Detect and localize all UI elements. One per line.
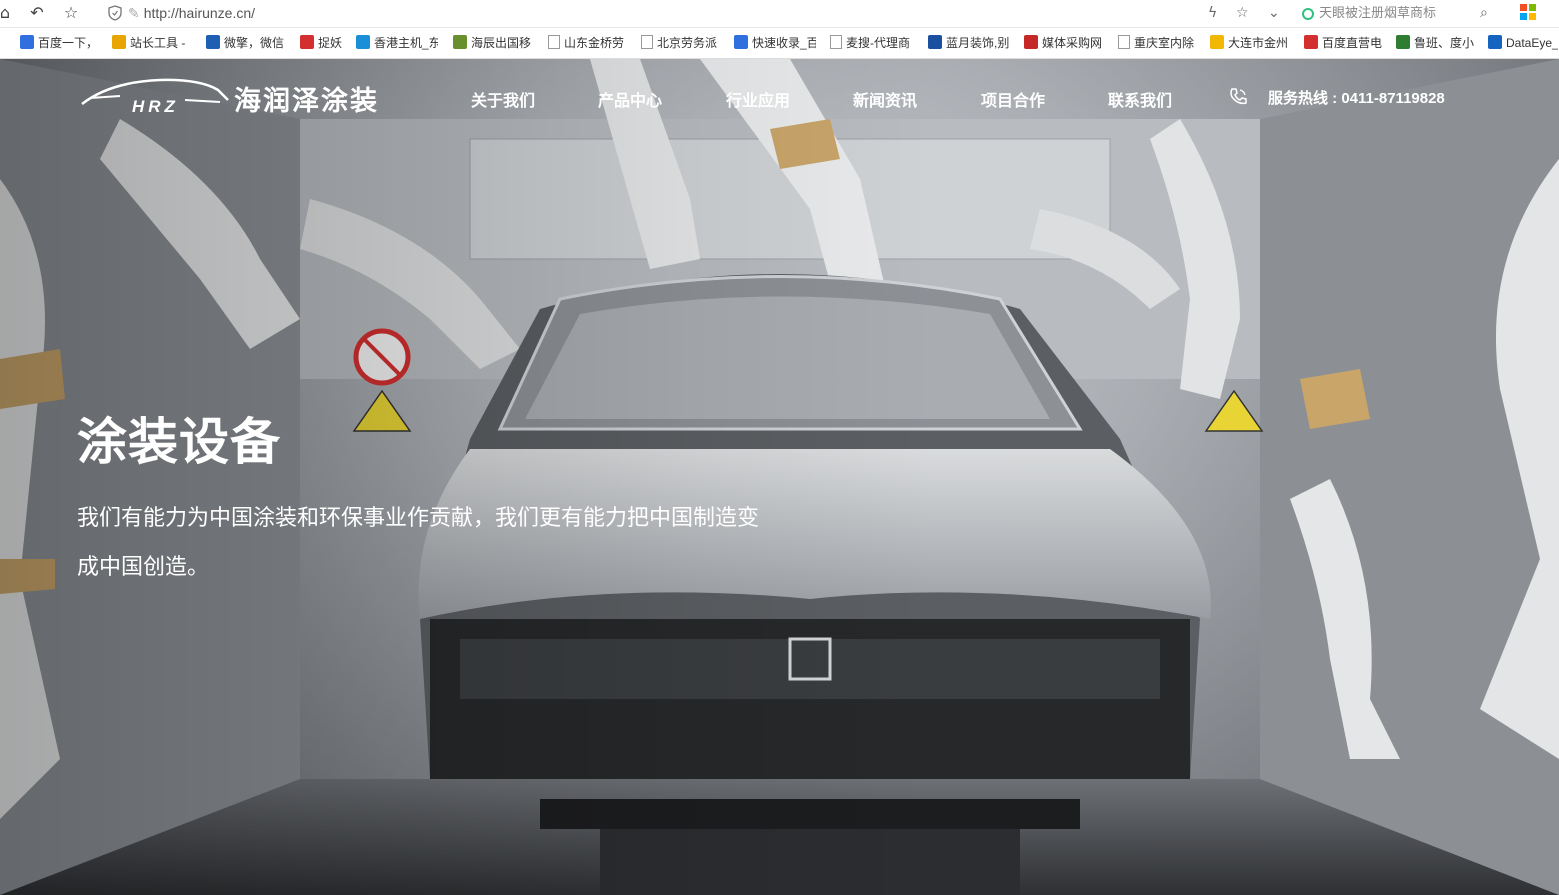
bookmark-label: 百度直营电 — [1322, 36, 1383, 50]
hero-description: 我们有能力为中国涂装和环保事业作贡献，我们更有能力把中国制造变成中国创造。 — [77, 506, 760, 580]
undo-icon[interactable]: ↶ — [26, 3, 48, 23]
bookmark-14[interactable]: 大连市金州 — [1210, 34, 1290, 52]
circle-icon — [928, 35, 942, 49]
bookmark-9[interactable]: 快速收录_百 — [734, 34, 816, 52]
phone-icon — [1230, 88, 1247, 105]
bookmark-label: 百度一下， — [38, 36, 95, 50]
bookmark-label: DataEye_ — [1506, 36, 1558, 50]
bookmark-16[interactable]: 鲁班、度小 — [1396, 34, 1476, 52]
bookmark-label: 快速收录_百 — [752, 36, 816, 50]
bookmark-label: 海辰出国移 — [471, 36, 532, 50]
bookmark-label: 鲁班、度小 — [1414, 36, 1475, 50]
nav-products[interactable]: 产品中心 — [598, 87, 662, 111]
grid-icon — [453, 35, 467, 49]
m-icon — [1024, 35, 1038, 49]
security-shield-icon[interactable] — [108, 5, 122, 21]
favorite-icon[interactable]: ☆ — [1236, 3, 1249, 23]
windows-icon[interactable] — [1520, 3, 1536, 23]
nav-about[interactable]: 关于我们 — [471, 87, 535, 111]
flag-icon — [1210, 35, 1224, 49]
hrz-logo-icon[interactable]: HRZ — [80, 74, 230, 118]
url-field[interactable]: ✎ http://hairunze.cn/ — [108, 3, 255, 23]
search-icon[interactable]: ⌕ — [1480, 3, 1488, 23]
bookmark-label: 山东金桥劳 — [564, 36, 625, 50]
bookmark-5[interactable]: 香港主机_东 — [356, 34, 438, 52]
hero-banner: HRZ 海润泽涂装 关于我们 产品中心 行业应用 新闻资讯 项目合作 联系我们 … — [0, 59, 1559, 895]
chevron-down-icon[interactable]: ⌄ — [1268, 3, 1280, 23]
bookmark-13[interactable]: 重庆室内除 — [1118, 34, 1196, 52]
red-badge-icon — [300, 35, 314, 49]
bookmark-15[interactable]: 百度直营电 — [1304, 34, 1384, 52]
no-image-icon: ✎ — [128, 5, 140, 21]
page-icon — [641, 35, 653, 49]
logo-mark-text: HRZ — [132, 97, 179, 116]
bookmark-label: 蓝月装饰,别 — [946, 36, 1010, 50]
bookmark-12[interactable]: 媒体采购网 — [1024, 34, 1104, 52]
star-icon[interactable]: ☆ — [60, 3, 82, 23]
page-icon — [1118, 35, 1130, 49]
bookmark-11[interactable]: 蓝月装饰,别 — [928, 34, 1010, 52]
page-icon — [548, 35, 560, 49]
ie-icon — [356, 35, 370, 49]
page-icon — [830, 35, 842, 49]
bookmark-label: 北京劳务派 — [657, 36, 718, 50]
paw-icon — [734, 35, 748, 49]
shield-icon — [1488, 35, 1502, 49]
bookmark-label: 麦搜-代理商 — [846, 36, 910, 50]
nav-news[interactable]: 新闻资讯 — [853, 87, 917, 111]
bookmark-label: 微擎，微信 — [224, 36, 285, 50]
url-text: http://hairunze.cn/ — [143, 5, 256, 21]
paw-icon — [20, 35, 34, 49]
pin-icon — [1304, 35, 1318, 49]
search-suggestion-text: 天眼被注册烟草商标 — [1319, 5, 1437, 20]
bookmark-label: 媒体采购网 — [1042, 36, 1103, 50]
home-icon[interactable]: ⌂ — [0, 3, 16, 23]
bookmark-label: 大连市金州 — [1228, 36, 1289, 50]
bookmark-label: 重庆室内除 — [1134, 36, 1195, 50]
bookmark-10[interactable]: 麦搜-代理商 — [830, 34, 912, 52]
bookmark-6[interactable]: 海辰出国移 — [453, 34, 533, 52]
hotline-text: 服务热线 : 0411-87119828 — [1268, 90, 1445, 107]
browser-address-bar: ⌂ ↶ ☆ ✎ http://hairunze.cn/ ϟ ☆ ⌄ 天眼被注册烟草… — [0, 0, 1559, 28]
bookmark-17[interactable]: DataEye_ — [1488, 34, 1558, 52]
hero-title: 涂装设备 — [77, 413, 281, 471]
bookmark-7[interactable]: 山东金桥劳 — [548, 34, 626, 52]
search-engine-icon — [1302, 8, 1314, 20]
bookmark-3[interactable]: 微擎，微信 — [206, 34, 286, 52]
bookmark-4[interactable]: 捉妖 — [300, 34, 345, 52]
m-icon — [206, 35, 220, 49]
chart-icon — [112, 35, 126, 49]
service-hotline: 服务热线 : 0411-87119828 — [1228, 87, 1445, 109]
logo-name[interactable]: 海润泽涂装 — [234, 79, 379, 118]
search-suggestion[interactable]: 天眼被注册烟草商标 — [1302, 2, 1436, 24]
bookmarks-bar: 百度一下， 站长工具 - 微擎，微信 捉妖 香港主机_东 海辰出国移 山东金桥劳 北京劳务派 快… — [0, 28, 1559, 59]
nav-industry[interactable]: 行业应用 — [726, 87, 790, 111]
nav-contact[interactable]: 联系我们 — [1108, 87, 1172, 111]
nav-cooperation[interactable]: 项目合作 — [981, 87, 1045, 111]
leaf-icon — [1396, 35, 1410, 49]
lightning-icon[interactable]: ϟ — [1208, 3, 1217, 23]
bookmark-8[interactable]: 北京劳务派 — [641, 34, 719, 52]
bookmark-label: 站长工具 - — [130, 36, 186, 50]
bookmark-label: 香港主机_东 — [374, 36, 438, 50]
bookmark-label: 捉妖 — [318, 36, 343, 50]
bookmark-2[interactable]: 站长工具 - — [112, 34, 190, 52]
bookmark-1[interactable]: 百度一下， — [20, 34, 95, 52]
hero-overlay — [0, 59, 1559, 895]
